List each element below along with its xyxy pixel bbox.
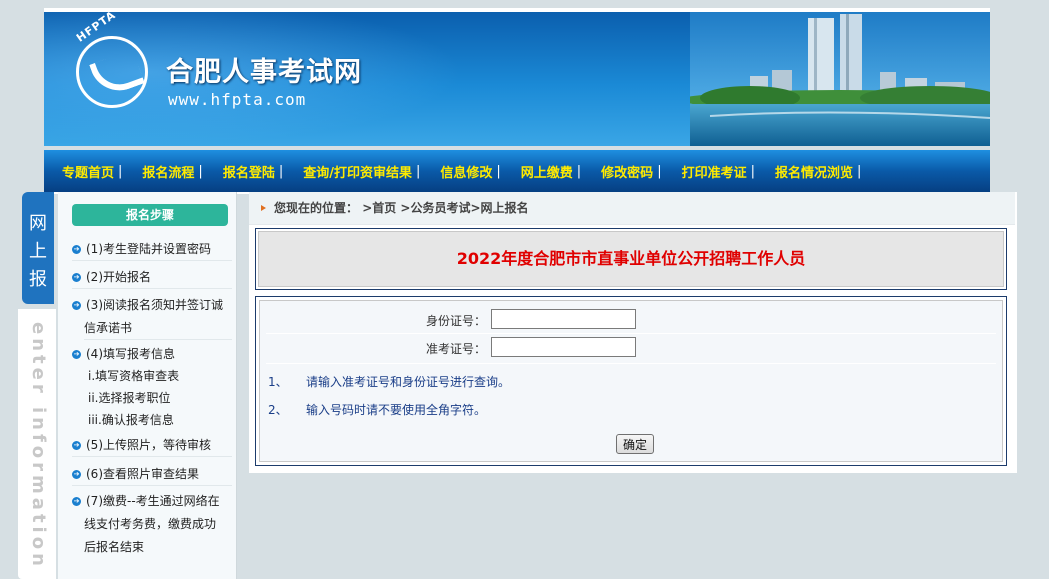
step-item[interactable]: ➔ (2)开始报名 (72, 266, 232, 289)
nav-separator: | (278, 163, 284, 179)
ticket-number-input[interactable] (491, 337, 636, 357)
page-header: HFPTA 合肥人事考试网 www.hfpta.com 专题首页 | 报名流程 … (44, 8, 990, 194)
nav-item-payment[interactable]: 网上缴费 (519, 162, 575, 181)
steps-title: 报名步骤 (72, 204, 228, 226)
note-number: 2、 (268, 403, 288, 417)
main-content: 您现在的位置： >首页 >公务员考试>网上报名 2022年度合肥市市直事业单位公… (249, 192, 1017, 473)
city-skyline-image (690, 12, 990, 146)
step-label: (3)阅读报名须知并签订诚 (86, 298, 223, 312)
breadcrumb-path[interactable]: >首页 >公务员考试>网上报名 (362, 201, 528, 215)
substep-item[interactable]: ii.选择报考职位 (88, 387, 170, 409)
id-number-input[interactable] (491, 309, 636, 329)
arrow-bullet-icon: ➔ (72, 497, 81, 506)
step-label: (1)考生登陆并设置密码 (86, 242, 211, 256)
step-item[interactable]: ➔ (1)考生登陆并设置密码 (72, 238, 232, 261)
nav-item-process[interactable]: 报名流程 (140, 162, 196, 181)
note-text: 请输入准考证号和身份证号进行查询。 (306, 375, 511, 389)
breadcrumb-text: 您现在的位置： >首页 >公务员考试>网上报名 (274, 192, 529, 224)
step-item[interactable]: ➔ (3)阅读报名须知并签订诚 (72, 294, 232, 316)
nav-separator: | (118, 163, 123, 179)
form-row-ticket: 准考证号： (266, 335, 996, 364)
query-form: 身份证号： 准考证号： 1、 请输入准考证号和身份证号进行查询。 2、 输入号码时请… (259, 300, 1003, 462)
site-title: 合肥人事考试网 (166, 57, 362, 88)
side-watermark-text: enter information (28, 322, 49, 570)
side-tab-char: 网 (29, 213, 47, 234)
step-label: (5)上传照片，等待审核 (86, 438, 211, 452)
nav-item-print-ticket[interactable]: 打印准考证 (680, 162, 749, 181)
site-banner: HFPTA 合肥人事考试网 www.hfpta.com (44, 12, 990, 146)
step-label: (2)开始报名 (86, 270, 151, 284)
side-tab-char: 上 (29, 241, 47, 262)
steps-panel: 报名步骤 ➔ (1)考生登陆并设置密码 ➔ (2)开始报名 ➔ (3)阅读报名须知并签… (58, 192, 237, 579)
breadcrumb: 您现在的位置： >首页 >公务员考试>网上报名 (249, 192, 1015, 225)
arrow-bullet-icon: ➔ (72, 273, 81, 282)
nav-separator: | (496, 163, 501, 179)
ticket-number-label: 准考证号： (425, 342, 486, 356)
nav-item-edit-info[interactable]: 信息修改 (438, 162, 494, 181)
step-label: (6)查看照片审查结果 (86, 467, 199, 481)
arrow-bullet-icon: ➔ (72, 441, 81, 450)
id-number-label: 身份证号： (425, 314, 486, 328)
substep-item[interactable]: i.填写资格审查表 (88, 365, 179, 387)
step-item-continued[interactable]: 信承诺书 (84, 317, 232, 340)
arrow-bullet-icon: ➔ (72, 301, 81, 310)
nav-item-browse-status[interactable]: 报名情况浏览 (773, 162, 855, 181)
step-item[interactable]: ➔ (4)填写报考信息 (72, 343, 232, 365)
nav-separator: | (857, 163, 862, 179)
nav-separator: | (657, 163, 662, 179)
confirm-button[interactable]: 确定 (616, 434, 654, 454)
step-label: (4)填写报考信息 (86, 347, 175, 361)
step-label: 后报名结束 (84, 540, 145, 554)
note-text: 输入号码时请不要使用全角字符。 (306, 403, 487, 417)
step-label: (7)缴费--考生通过网络在 (86, 494, 220, 508)
nav-separator: | (750, 163, 755, 179)
exam-heading-box: 2022年度合肥市市直事业单位公开招聘工作人员 (255, 228, 1007, 290)
nav-item-login[interactable]: 报名登陆 (221, 162, 277, 181)
nav-item-change-password[interactable]: 修改密码 (599, 162, 655, 181)
nav-separator: | (576, 163, 582, 179)
step-label: 信承诺书 (84, 321, 133, 335)
side-tab-char: 报 (29, 269, 47, 290)
query-form-box: 身份证号： 准考证号： 1、 请输入准考证号和身份证号进行查询。 2、 输入号码时请… (255, 296, 1007, 466)
breadcrumb-prefix: 您现在的位置： (274, 201, 359, 215)
arrow-bullet-icon: ➔ (72, 470, 81, 479)
triangle-bullet-icon (261, 205, 266, 211)
step-item-continued[interactable]: 线支付考务费，缴费成功 (84, 513, 232, 535)
side-tab-online-registration: 网 上 报 (22, 192, 54, 304)
step-label: 线支付考务费，缴费成功 (84, 517, 217, 531)
note-item: 2、 输入号码时请不要使用全角字符。 (268, 401, 486, 418)
step-item[interactable]: ➔ (5)上传照片，等待审核 (72, 434, 232, 457)
exam-heading: 2022年度合肥市市直事业单位公开招聘工作人员 (258, 231, 1004, 287)
step-item[interactable]: ➔ (7)缴费--考生通过网络在 (72, 490, 232, 512)
substep-item[interactable]: iii.确认报考信息 (88, 409, 174, 431)
arrow-bullet-icon: ➔ (72, 350, 81, 359)
nav-item-home[interactable]: 专题首页 (60, 162, 116, 181)
nav-separator: | (198, 163, 203, 179)
site-url: www.hfpta.com (168, 90, 307, 109)
nav-separator: | (415, 163, 421, 179)
note-number: 1、 (268, 375, 288, 389)
arrow-bullet-icon: ➔ (72, 245, 81, 254)
step-item-continued[interactable]: 后报名结束 (84, 536, 232, 558)
form-row-id: 身份证号： (266, 305, 996, 334)
note-item: 1、 请输入准考证号和身份证号进行查询。 (268, 373, 510, 390)
nav-item-query-print[interactable]: 查询/打印资审结果 (301, 162, 414, 181)
step-item[interactable]: ➔ (6)查看照片审查结果 (72, 463, 232, 486)
main-nav: 专题首页 | 报名流程 | 报名登陆 | 查询/打印资审结果 | 信息修改 | 网上缴费 |… (44, 150, 990, 194)
